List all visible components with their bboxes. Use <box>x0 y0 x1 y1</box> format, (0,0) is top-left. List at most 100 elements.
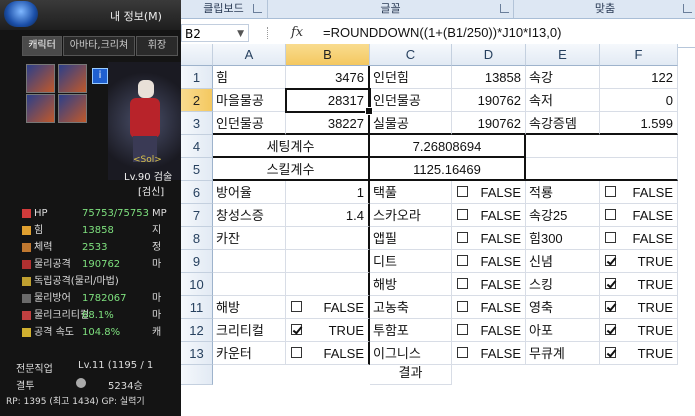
checkbox[interactable] <box>457 347 468 358</box>
merged-label-row-4[interactable]: 세팅계수 <box>213 135 370 158</box>
cell-c10[interactable]: 해방 <box>370 273 452 296</box>
merged-label-row-5[interactable]: 스킬계수 <box>213 158 370 181</box>
cell-a8[interactable]: 카잔 <box>213 227 286 250</box>
splitter-handle[interactable] <box>267 27 270 39</box>
cell-d7[interactable]: FALSE <box>452 204 526 227</box>
dialog-launcher-icon[interactable] <box>500 4 509 13</box>
formula-input[interactable]: =ROUNDDOWN((1+(B1/250))*J10*I13,0) <box>323 25 561 40</box>
cell-d6[interactable]: FALSE <box>452 181 526 204</box>
cell-d3[interactable]: 190762 <box>452 112 526 135</box>
row-header-12[interactable]: 12 <box>181 319 213 342</box>
cell-f6[interactable]: FALSE <box>600 181 678 204</box>
cell-a9[interactable] <box>213 250 286 273</box>
checkbox[interactable] <box>605 209 616 220</box>
cell-f7[interactable]: FALSE <box>600 204 678 227</box>
cell-f8[interactable]: FALSE <box>600 227 678 250</box>
cell-c13[interactable]: 이그니스 <box>370 342 452 365</box>
cell-b11[interactable]: FALSE <box>286 296 370 319</box>
row-header-7[interactable]: 7 <box>181 204 213 227</box>
cell-e10[interactable]: 스킹 <box>526 273 600 296</box>
checkbox[interactable] <box>457 186 468 197</box>
column-header-a[interactable]: A <box>213 44 286 66</box>
equip-slot-icon[interactable] <box>58 64 87 93</box>
column-header-f[interactable]: F <box>600 44 678 66</box>
cell-c7[interactable]: 스카오라 <box>370 204 452 227</box>
cell-a12[interactable]: 크리티컬 <box>213 319 286 342</box>
cell-e12[interactable]: 아포 <box>526 319 600 342</box>
checkbox[interactable] <box>457 278 468 289</box>
equip-slot-icon[interactable] <box>58 94 87 123</box>
cell-f2[interactable]: 0 <box>600 89 678 112</box>
checkbox[interactable] <box>291 324 302 335</box>
cell-c6[interactable]: 택풀 <box>370 181 452 204</box>
cell-b2[interactable]: 28317 <box>286 89 370 112</box>
dialog-launcher-icon[interactable] <box>253 4 262 13</box>
select-all-corner[interactable] <box>181 44 213 66</box>
checkbox[interactable] <box>605 186 616 197</box>
cell-d10[interactable]: FALSE <box>452 273 526 296</box>
cell-e7[interactable]: 속강25 <box>526 204 600 227</box>
checkbox[interactable] <box>291 347 302 358</box>
cell-a11[interactable]: 해방 <box>213 296 286 319</box>
checkbox[interactable] <box>457 301 468 312</box>
checkbox[interactable] <box>605 301 616 312</box>
column-header-b[interactable]: B <box>286 44 370 66</box>
row-header-4[interactable]: 4 <box>181 135 213 158</box>
tab-avatar-creature[interactable]: 아바타,크리쳐 <box>63 36 135 56</box>
cell-e9[interactable]: 신념 <box>526 250 600 273</box>
cell-e13[interactable]: 무큐계 <box>526 342 600 365</box>
checkbox[interactable] <box>605 232 616 243</box>
row-header-6[interactable]: 6 <box>181 181 213 204</box>
cell-c9[interactable]: 디트 <box>370 250 452 273</box>
row-header-5[interactable]: 5 <box>181 158 213 181</box>
cell-b13[interactable]: FALSE <box>286 342 370 365</box>
info-icon[interactable]: i <box>92 68 108 84</box>
cell-d2[interactable]: 190762 <box>452 89 526 112</box>
checkbox[interactable] <box>605 324 616 335</box>
cell-c1[interactable]: 인던힘 <box>370 66 452 89</box>
cell-f12[interactable]: TRUE <box>600 319 678 342</box>
cell-d1[interactable]: 13858 <box>452 66 526 89</box>
name-box[interactable]: B2 ▼ <box>181 24 249 42</box>
cell-c3[interactable]: 실물공 <box>370 112 452 135</box>
checkbox[interactable] <box>457 324 468 335</box>
cell-c14[interactable]: 결과 <box>370 365 452 385</box>
checkbox[interactable] <box>605 347 616 358</box>
row-header-2[interactable]: 2 <box>181 89 213 112</box>
column-header-e[interactable]: E <box>526 44 600 66</box>
cell-b8[interactable] <box>286 227 370 250</box>
cell-a7[interactable]: 창성스증 <box>213 204 286 227</box>
cell-f10[interactable]: TRUE <box>600 273 678 296</box>
cell-ef4[interactable] <box>526 135 678 158</box>
checkbox[interactable] <box>457 209 468 220</box>
cell-e2[interactable]: 속저 <box>526 89 600 112</box>
cell-a1[interactable]: 힘 <box>213 66 286 89</box>
cell-b10[interactable] <box>286 273 370 296</box>
cell-f1[interactable]: 122 <box>600 66 678 89</box>
tab-character[interactable]: 캐릭터 <box>22 36 62 56</box>
row-header-1[interactable]: 1 <box>181 66 213 89</box>
dialog-launcher-icon[interactable] <box>683 4 692 13</box>
column-header-c[interactable]: C <box>370 44 452 66</box>
cell-a10[interactable] <box>213 273 286 296</box>
equip-slot-icon[interactable] <box>26 94 55 123</box>
row-header-10[interactable]: 10 <box>181 273 213 296</box>
cell-d9[interactable]: FALSE <box>452 250 526 273</box>
cell-f13[interactable]: TRUE <box>600 342 678 365</box>
cell-a6[interactable]: 방어율 <box>213 181 286 204</box>
row-header-11[interactable]: 11 <box>181 296 213 319</box>
cell-f3[interactable]: 1.599 <box>600 112 678 135</box>
checkbox[interactable] <box>605 255 616 266</box>
chevron-down-icon[interactable]: ▼ <box>237 25 244 43</box>
cell-e1[interactable]: 속강 <box>526 66 600 89</box>
cell-e6[interactable]: 적룡 <box>526 181 600 204</box>
column-header-d[interactable]: D <box>452 44 526 66</box>
cell-f11[interactable]: TRUE <box>600 296 678 319</box>
cell-ef5[interactable] <box>526 158 678 181</box>
cell-d12[interactable]: FALSE <box>452 319 526 342</box>
cell-b12[interactable]: TRUE <box>286 319 370 342</box>
cell-d11[interactable]: FALSE <box>452 296 526 319</box>
cell-a3[interactable]: 인던물공 <box>213 112 286 135</box>
merged-value-row-5[interactable]: 1125.16469 <box>370 158 526 181</box>
cell-b3[interactable]: 38227 <box>286 112 370 135</box>
